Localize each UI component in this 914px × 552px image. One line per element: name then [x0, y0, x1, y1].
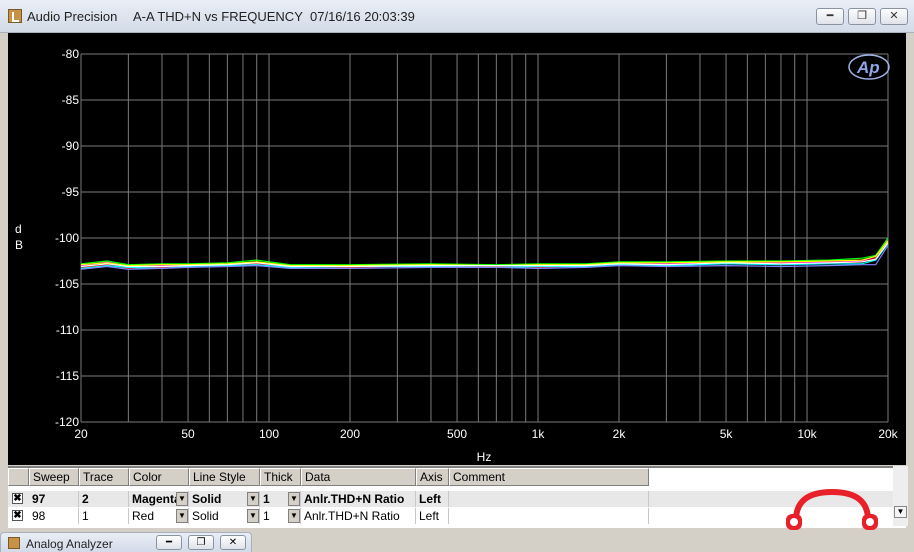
axis-cell: Left	[416, 491, 449, 507]
y-axis-label-b: B	[15, 238, 23, 252]
x-axis-label: Hz	[477, 450, 492, 464]
x-tick-label: 50	[181, 427, 195, 441]
y-tick-label: -85	[62, 93, 80, 107]
y-tick-label: -95	[62, 185, 80, 199]
y-tick-labels: -80-85-90-95-100-105-110-115-120	[55, 47, 79, 429]
app-icon	[8, 537, 20, 549]
close-icon: ✕	[889, 10, 899, 22]
color-value: Magenta	[132, 492, 181, 506]
trace-line	[80, 237, 889, 266]
table-row[interactable]: ✖ 98 1 Red ▼ Solid ▼ 1 ▼ Anlr.THD+N Rati…	[8, 508, 906, 524]
table-header-row: Sweep Trace Color Line Style Thick Data …	[8, 468, 906, 486]
header-thick[interactable]: Thick	[260, 468, 301, 486]
line-style-value: Solid	[192, 492, 222, 506]
dropdown-arrow-icon: ▼	[178, 511, 186, 520]
data-cell: Anlr.THD+N Ratio	[301, 491, 416, 507]
app-title: Audio Precision	[27, 9, 118, 24]
ap-logo: Ap	[848, 54, 890, 80]
comment-cell[interactable]	[449, 491, 649, 507]
sweep-cell: 97	[29, 491, 79, 507]
thick-dropdown-button[interactable]: ▼	[288, 492, 300, 506]
color-value: Red	[132, 509, 155, 523]
thdn-chart: -80-85-90-95-100-105-110-115-120 20 50 100…	[15, 47, 899, 464]
thick-value: 1	[263, 509, 270, 523]
y-tick-label: -115	[56, 369, 79, 383]
app-icon	[8, 9, 22, 23]
comment-cell[interactable]	[449, 508, 649, 524]
chevron-down-icon: ▼	[896, 507, 905, 516]
trace-table[interactable]: Sweep Trace Color Line Style Thick Data …	[8, 466, 906, 528]
dropdown-arrow-icon: ▼	[290, 494, 298, 503]
scroll-down-button[interactable]: ▼	[894, 506, 907, 518]
graph-title: A-A THD+N vs FREQUENCY	[133, 9, 303, 24]
minimized-window-analog-analyzer[interactable]: Analog Analyzer ━ ❐ ✕	[0, 532, 252, 552]
table-row[interactable]: ✖ 97 2 Magenta ▼ Solid ▼ 1 ▼ Anlr.THD+N …	[8, 491, 906, 507]
x-tick-label: 100	[259, 427, 279, 441]
thick-value: 1	[263, 492, 270, 506]
ap-logo-text: Ap	[856, 58, 880, 77]
chart-traces	[80, 237, 889, 270]
dropdown-arrow-icon: ▼	[290, 511, 298, 520]
restore-icon: ❐	[857, 10, 867, 22]
sweep-cell: 98	[29, 508, 79, 524]
header-check	[8, 468, 29, 486]
x-tick-label: 500	[447, 427, 467, 441]
minimize-icon: ━	[826, 10, 834, 22]
y-tick-label: -100	[55, 231, 79, 245]
x-tick-label: 20k	[878, 427, 898, 441]
table-scrollbar[interactable]: ▼	[893, 466, 908, 526]
dropdown-arrow-icon: ▼	[249, 494, 257, 503]
header-axis[interactable]: Axis	[416, 468, 449, 486]
y-tick-label: -90	[62, 139, 80, 153]
x-tick-label: 20	[74, 427, 88, 441]
window-title-bar[interactable]: Audio Precision A-A THD+N vs FREQUENCY 0…	[0, 0, 914, 33]
minimize-icon: ━	[165, 537, 173, 548]
trace-enable-checkbox[interactable]: ✖	[12, 510, 23, 521]
dropdown-arrow-icon: ▼	[249, 511, 257, 520]
close-button[interactable]: ✕	[880, 8, 908, 25]
x-tick-label: 1k	[532, 427, 546, 441]
minimized-restore-button[interactable]: ❐	[188, 535, 214, 550]
x-tick-labels: 20 50 100 200 500 1k 2k 5k 10k 20k	[74, 427, 898, 441]
trace-cell: 2	[79, 491, 129, 507]
y-tick-label: -105	[55, 277, 79, 291]
chart-grid	[80, 53, 889, 423]
close-icon: ✕	[228, 537, 238, 548]
minimized-minimize-button[interactable]: ━	[156, 535, 182, 550]
trace-cell: 1	[79, 508, 129, 524]
trace-line	[80, 240, 889, 267]
minimized-window-title: Analog Analyzer	[26, 537, 113, 551]
x-tick-label: 2k	[613, 427, 627, 441]
graph-panel[interactable]: -80 -85 -90 -95 -100 -105 -110 -115 -120 20 50 100…	[8, 33, 906, 465]
x-tick-label: 5k	[720, 427, 734, 441]
line-style-dropdown-button[interactable]: ▼	[247, 509, 259, 523]
y-tick-label: -110	[56, 323, 79, 337]
thick-dropdown-button[interactable]: ▼	[288, 509, 300, 523]
header-comment[interactable]: Comment	[449, 468, 649, 486]
line-style-value: Solid	[192, 509, 219, 523]
restore-button[interactable]: ❐	[848, 8, 876, 25]
header-trace[interactable]: Trace	[79, 468, 129, 486]
header-sweep[interactable]: Sweep	[29, 468, 79, 486]
x-tick-label: 10k	[797, 427, 817, 441]
restore-icon: ❐	[196, 537, 206, 548]
color-dropdown-button[interactable]: ▼	[176, 509, 188, 523]
headphone-logo-icon	[786, 488, 878, 530]
header-line-style[interactable]: Line Style	[189, 468, 260, 486]
header-data[interactable]: Data	[301, 468, 416, 486]
header-color[interactable]: Color	[129, 468, 189, 486]
y-tick-label: -80	[62, 47, 80, 61]
dropdown-arrow-icon: ▼	[178, 494, 186, 503]
trace-enable-checkbox[interactable]: ✖	[12, 493, 23, 504]
minimized-close-button[interactable]: ✕	[220, 535, 246, 550]
color-dropdown-button[interactable]: ▼	[176, 492, 188, 506]
minimize-button[interactable]: ━	[816, 8, 844, 25]
data-cell: Anlr.THD+N Ratio	[301, 508, 416, 524]
line-style-dropdown-button[interactable]: ▼	[247, 492, 259, 506]
x-tick-label: 200	[340, 427, 360, 441]
y-axis-label-d: d	[15, 222, 22, 236]
graph-timestamp: 07/16/16 20:03:39	[310, 9, 415, 24]
axis-cell: Left	[416, 508, 449, 524]
